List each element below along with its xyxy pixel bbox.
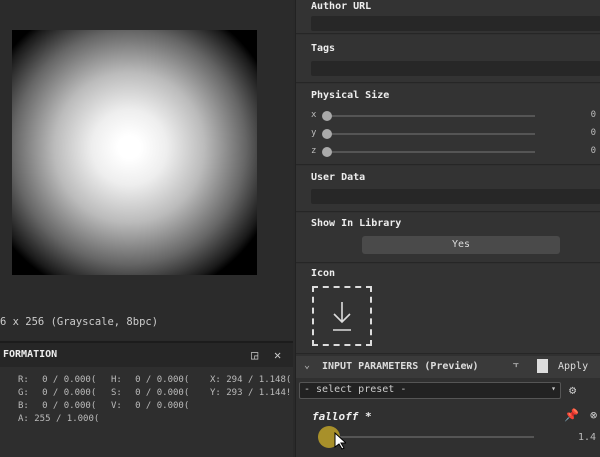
mouse-cursor-icon <box>334 432 346 450</box>
tags-input[interactable] <box>311 61 600 76</box>
info-value-x: X: 294 / 1.148( <box>210 375 292 385</box>
info-value-r: R: 0 / 0.000( <box>18 375 97 385</box>
dropdown-arrow-icon: ▾ <box>551 384 556 393</box>
input-parameters-title: INPUT PARAMETERS (Preview) <box>322 361 479 372</box>
document-icon[interactable] <box>537 359 548 373</box>
float-panel-icon[interactable]: ◲ <box>251 348 258 362</box>
info-value-y: Y: 293 / 1.144! <box>210 388 292 398</box>
author-url-label: Author URL <box>311 1 372 12</box>
author-url-input[interactable] <box>311 16 600 31</box>
information-panel: FORMATION ◲ ✕ R: 0 / 0.000( G: 0 / 0.000(… <box>0 341 293 457</box>
physical-size-x-slider[interactable]: x0 <box>311 110 600 122</box>
preset-value: - select preset - <box>304 384 407 395</box>
input-parameters-header[interactable]: ⌄ INPUT PARAMETERS (Preview) ⫟ Apply <box>296 356 600 378</box>
info-value-a: A: 255 / 1.000( <box>18 414 100 424</box>
physical-size-y-slider[interactable]: y0 <box>311 128 600 140</box>
tags-label: Tags <box>311 43 336 54</box>
info-value-b: B: 0 / 0.000( <box>18 401 97 411</box>
gear-icon[interactable]: ⚙ <box>569 383 576 397</box>
show-in-library-toggle[interactable]: Yes <box>362 236 560 254</box>
user-data-input[interactable] <box>311 189 600 204</box>
falloff-label: falloff * <box>312 410 372 423</box>
physical-size-label: Physical Size <box>311 90 390 101</box>
apply-button[interactable]: Apply <box>558 361 588 372</box>
info-value-g: G: 0 / 0.000( <box>18 388 97 398</box>
radial-gradient-image <box>12 30 257 275</box>
info-value-s: S: 0 / 0.000( <box>111 388 190 398</box>
falloff-value: 1.4 <box>578 432 597 443</box>
show-in-library-label: Show In Library <box>311 218 402 229</box>
info-value-h: H: 0 / 0.000( <box>111 375 190 385</box>
reset-icon[interactable]: ⊗ <box>590 408 597 422</box>
image-canvas[interactable] <box>12 30 257 275</box>
falloff-slider-track[interactable] <box>318 436 534 438</box>
icon-drop-zone[interactable] <box>312 286 372 346</box>
properties-panel: Author URL Tags Physical Size x0 y0 z0 Use… <box>295 0 600 457</box>
info-value-v: V: 0 / 0.000( <box>111 401 190 411</box>
link-icon[interactable]: ⫟ <box>513 359 519 370</box>
physical-size-z-slider[interactable]: z0 <box>311 146 600 158</box>
chevron-down-icon[interactable]: ⌄ <box>304 360 310 371</box>
icon-label: Icon <box>311 268 336 279</box>
download-icon <box>333 302 351 331</box>
close-icon[interactable]: ✕ <box>274 348 281 362</box>
pin-icon[interactable]: 📌 <box>564 408 579 422</box>
user-data-label: User Data <box>311 172 366 183</box>
image-info: 6 x 256 (Grayscale, 8bpc) <box>0 316 159 328</box>
image-viewer: 6 x 256 (Grayscale, 8bpc) <box>0 0 293 340</box>
preset-select[interactable]: - select preset - ▾ <box>299 382 561 399</box>
information-title: FORMATION <box>0 343 293 367</box>
